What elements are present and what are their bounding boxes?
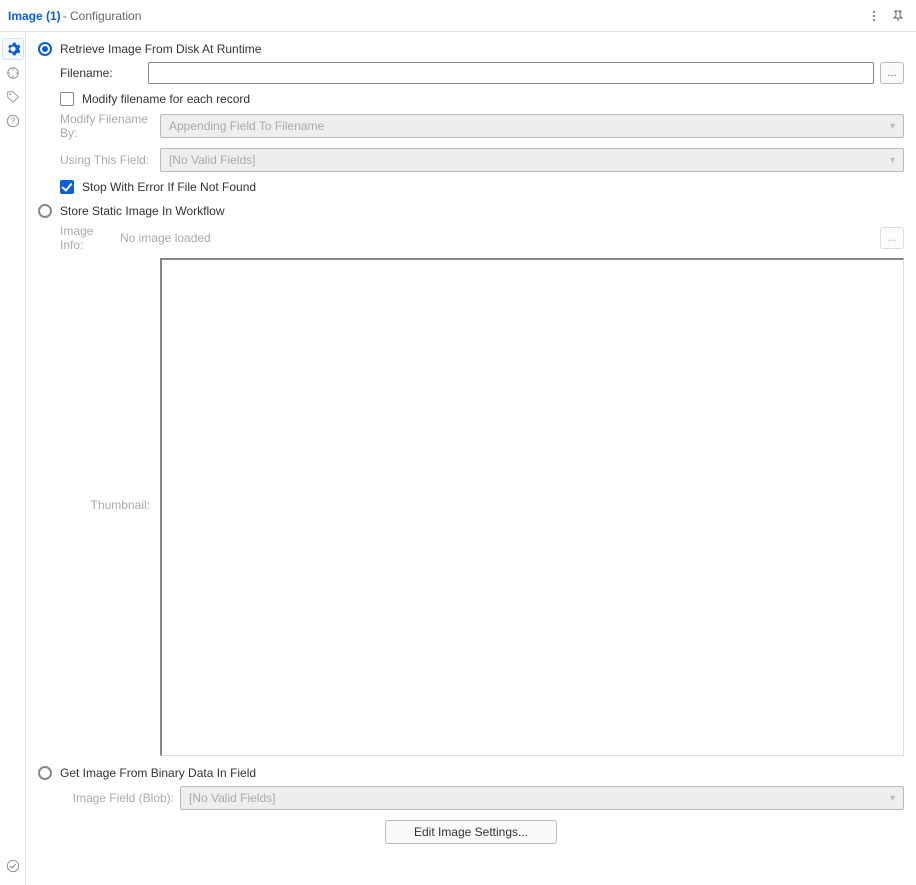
modify-by-value: Appending Field To Filename	[169, 119, 324, 133]
image-info-row: Image Info: No image loaded ...	[38, 224, 904, 252]
retrieve-radio-label: Retrieve Image From Disk At Runtime	[60, 42, 261, 56]
thumbnail-label: Thumbnail:	[60, 258, 160, 756]
modify-by-select: Appending Field To Filename ▾	[160, 114, 904, 138]
store-static-option: Store Static Image In Workflow	[38, 204, 904, 218]
chevron-down-icon: ▾	[890, 155, 895, 166]
image-info-label: Image Info:	[60, 224, 120, 252]
binary-data-option: Get Image From Binary Data In Field	[38, 766, 904, 780]
stop-error-label: Stop With Error If File Not Found	[82, 180, 256, 194]
image-field-value: [No Valid Fields]	[189, 791, 275, 805]
config-content: Retrieve Image From Disk At Runtime File…	[26, 32, 916, 885]
using-field-value: [No Valid Fields]	[169, 153, 255, 167]
retrieve-from-disk-option: Retrieve Image From Disk At Runtime	[38, 42, 904, 56]
binary-radio[interactable]	[38, 766, 52, 780]
modify-by-row: Modify Filename By: Appending Field To F…	[38, 112, 904, 140]
chevron-down-icon: ▾	[890, 793, 895, 804]
check-circle-icon[interactable]	[2, 855, 24, 877]
target-icon[interactable]	[2, 62, 24, 84]
modify-filename-checkbox[interactable]	[60, 92, 74, 106]
footer-row: Edit Image Settings...	[38, 820, 904, 844]
thumbnail-area: Thumbnail:	[38, 258, 904, 756]
gear-icon[interactable]	[2, 38, 24, 60]
edit-image-settings-button[interactable]: Edit Image Settings...	[385, 820, 557, 844]
modify-by-label: Modify Filename By:	[60, 112, 160, 140]
browse-static-button: ...	[880, 227, 904, 249]
help-icon[interactable]: ?	[2, 110, 24, 132]
retrieve-radio[interactable]	[38, 42, 52, 56]
panel-title: Image (1)	[8, 9, 61, 23]
chevron-down-icon: ▾	[890, 121, 895, 132]
sidebar: ?	[0, 32, 26, 885]
image-field-select: [No Valid Fields] ▾	[180, 786, 904, 810]
using-field-select: [No Valid Fields] ▾	[160, 148, 904, 172]
binary-radio-label: Get Image From Binary Data In Field	[60, 766, 256, 780]
stop-error-checkbox[interactable]	[60, 180, 74, 194]
static-radio-label: Store Static Image In Workflow	[60, 204, 225, 218]
svg-text:?: ?	[10, 117, 15, 126]
modify-filename-row: Modify filename for each record	[38, 92, 904, 106]
stop-error-row: Stop With Error If File Not Found	[38, 180, 904, 194]
tag-icon[interactable]	[2, 86, 24, 108]
using-field-label: Using This Field:	[60, 153, 160, 167]
filename-row: Filename: ...	[38, 62, 904, 84]
using-field-row: Using This Field: [No Valid Fields] ▾	[38, 148, 904, 172]
modify-filename-label: Modify filename for each record	[82, 92, 250, 106]
more-icon[interactable]	[864, 6, 884, 26]
image-field-label: Image Field (Blob):	[60, 791, 180, 805]
image-field-row: Image Field (Blob): [No Valid Fields] ▾	[38, 786, 904, 810]
panel-header: Image (1) - Configuration	[0, 0, 916, 32]
static-radio[interactable]	[38, 204, 52, 218]
browse-filename-button[interactable]: ...	[880, 62, 904, 84]
thumbnail-preview	[160, 258, 904, 756]
image-info-value: No image loaded	[120, 231, 874, 245]
panel-subtitle: - Configuration	[63, 9, 142, 23]
pin-icon[interactable]	[888, 6, 908, 26]
filename-label: Filename:	[60, 66, 148, 80]
filename-input[interactable]	[148, 62, 874, 84]
